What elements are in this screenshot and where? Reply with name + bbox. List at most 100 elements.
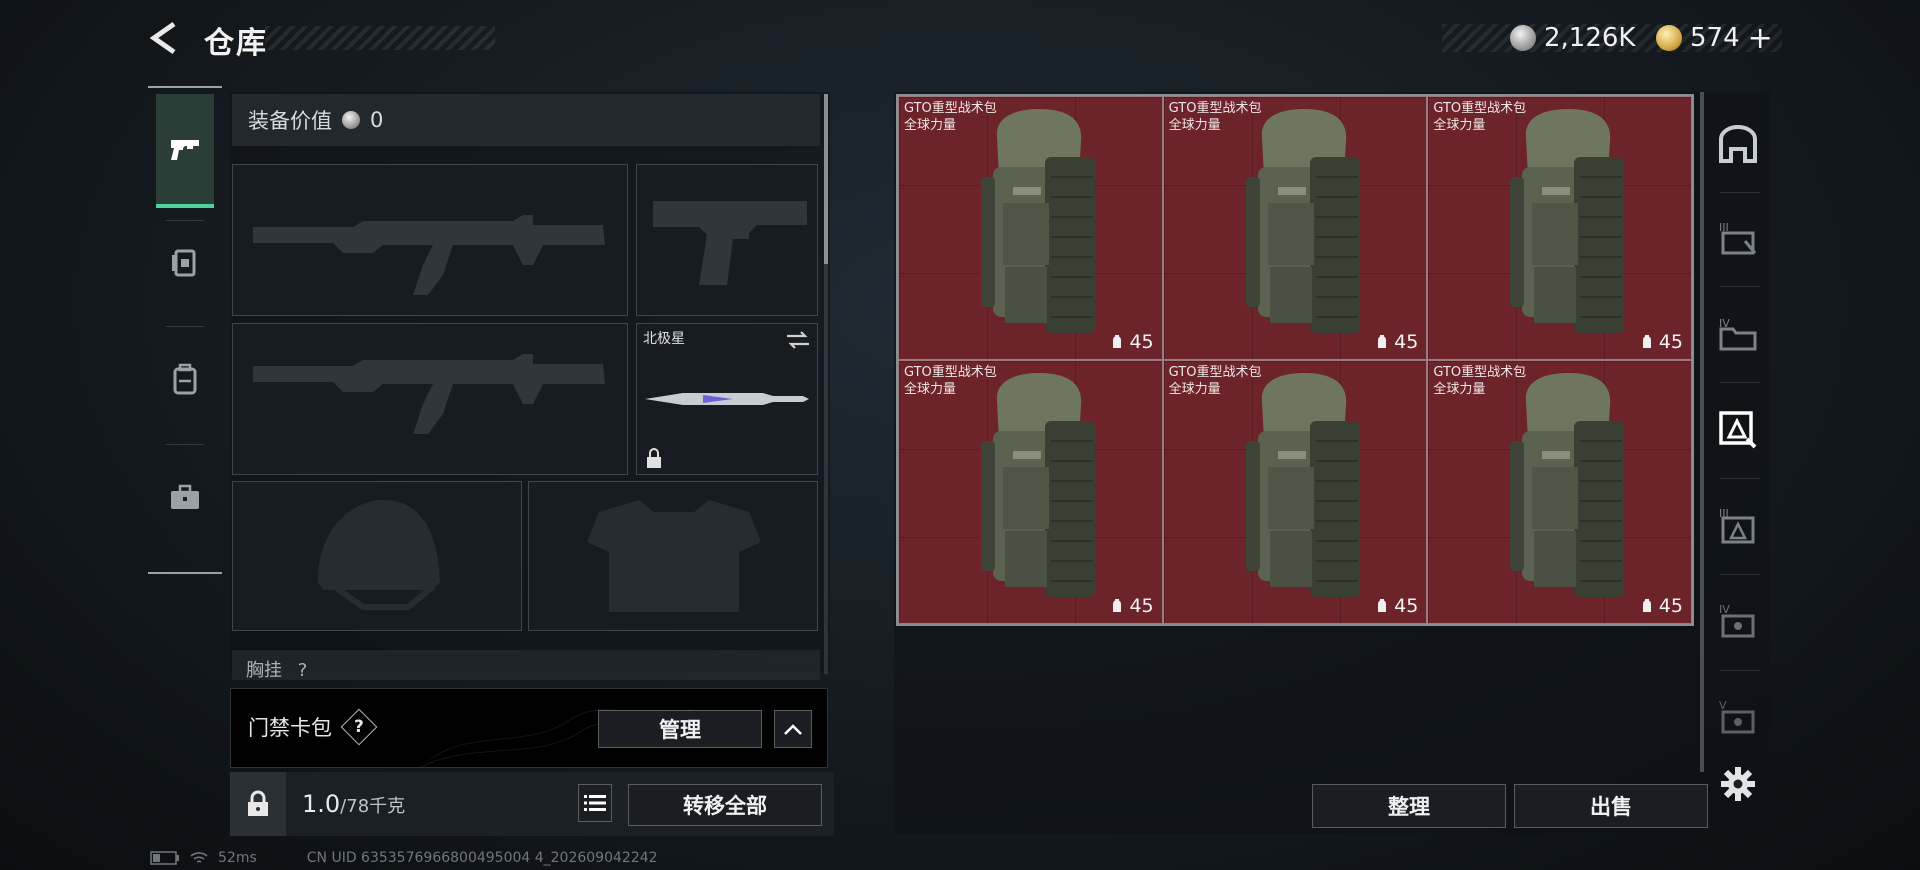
equipment-scroll-thumb[interactable] xyxy=(824,94,828,264)
stash-tab-rail: III IV III IV V xyxy=(1698,92,1770,772)
backpack-icon xyxy=(173,363,197,395)
currency-silver: 2,126K xyxy=(1510,22,1635,54)
tab-card-pack[interactable] xyxy=(156,226,214,300)
item-name: GTO重型战术包 全球力量 xyxy=(904,364,997,398)
keycard-pack-label: 门禁卡包 xyxy=(248,716,332,740)
weight-max: /78千克 xyxy=(340,796,406,817)
collapse-button[interactable] xyxy=(774,710,812,748)
rifle-silhouette-icon xyxy=(253,215,605,295)
gear-icon xyxy=(1721,767,1755,801)
svg-text:IV: IV xyxy=(1719,603,1730,616)
card-pack-icon xyxy=(172,249,196,277)
tier-stash-active-icon xyxy=(1719,411,1757,449)
melee-slot[interactable]: 北极星 xyxy=(636,323,818,475)
helmet-silhouette-icon xyxy=(318,500,440,610)
keycard-help-button[interactable]: ? xyxy=(340,708,378,746)
ping-readout: 52ms xyxy=(218,850,257,866)
toolbox-icon xyxy=(171,484,199,509)
item-title: GTO重型战术包 xyxy=(904,365,997,380)
pistol-silhouette-icon xyxy=(653,201,807,285)
capacity-icon xyxy=(1113,335,1122,348)
primary-weapon-slot-2[interactable] xyxy=(232,323,628,475)
chest-rig-row[interactable]: 胸挂 ? xyxy=(232,650,820,680)
swap-icon[interactable] xyxy=(785,330,811,350)
stash-item-cell[interactable]: GTO重型战术包 全球力量 45 xyxy=(1427,360,1692,624)
item-title: GTO重型战术包 xyxy=(904,101,997,116)
item-title: GTO重型战术包 xyxy=(1433,101,1527,116)
capacity-lock-button[interactable] xyxy=(230,772,286,836)
item-count: 45 xyxy=(1129,331,1154,353)
helmet-slot[interactable] xyxy=(232,481,522,631)
stash-item-cell[interactable]: GTO重型战术包 全球力量 45 xyxy=(898,360,1163,624)
capacity-icon xyxy=(1642,335,1651,348)
tab-backpack[interactable] xyxy=(156,342,214,416)
weight-readout: 1.0/78千克 xyxy=(302,790,405,818)
item-name: GTO重型战术包 全球力量 xyxy=(1169,364,1262,398)
item-durability: 45 xyxy=(1640,595,1683,617)
settings-button[interactable] xyxy=(1720,766,1760,806)
gold-coin-icon xyxy=(1656,25,1682,51)
stash-item-cell[interactable]: GTO重型战术包 全球力量 45 xyxy=(1162,360,1428,624)
primary-weapon-slot-1[interactable] xyxy=(232,164,628,316)
stash-grid: GTO重型战术包 全球力量 45 GTO重型战术包 全球力量 45 GTO重型战… xyxy=(896,94,1694,626)
sell-button[interactable]: 出售 xyxy=(1514,784,1708,828)
item-name: GTO重型战术包 全球力量 xyxy=(1433,364,1526,398)
transfer-all-button[interactable]: 转移全部 xyxy=(628,784,822,826)
tab-stash-5[interactable]: V xyxy=(1710,690,1766,746)
uid-readout: CN UID 6353576966800495004 4_20260904224… xyxy=(306,850,658,866)
rifle-silhouette-icon xyxy=(253,354,605,434)
sort-button[interactable]: 整理 xyxy=(1312,784,1506,828)
gold-amount: 574 xyxy=(1690,23,1740,53)
equipment-tab-rail xyxy=(148,86,222,572)
tab-stash-4-alt[interactable]: IV xyxy=(1710,594,1766,650)
melee-name: 北极星 xyxy=(643,331,685,347)
tier-3-stash-icon: III xyxy=(1719,221,1757,255)
sidearm-slot[interactable] xyxy=(636,164,818,316)
capacity-icon xyxy=(1642,599,1651,612)
list-view-button[interactable] xyxy=(578,784,612,822)
equipment-value-header: 装备价值 0 xyxy=(232,94,820,146)
body-armor-slot[interactable] xyxy=(528,481,818,631)
stash-item-cell[interactable]: GTO重型战术包 全球力量 45 xyxy=(1427,96,1692,360)
tab-toolbox[interactable] xyxy=(156,460,214,534)
keycard-pack-title: 门禁卡包 ? xyxy=(248,708,378,746)
back-arrow-icon xyxy=(149,21,176,55)
help-icon: ? xyxy=(354,717,364,737)
stash-item-cell[interactable]: GTO重型战术包 全球力量 45 xyxy=(1162,96,1428,360)
item-name: GTO重型战术包 全球力量 xyxy=(1433,100,1526,134)
equipment-value-label: 装备价值 xyxy=(248,109,332,133)
padlock-icon xyxy=(248,790,268,816)
lock-icon xyxy=(647,448,661,468)
tab-stash-4[interactable]: IV xyxy=(1710,306,1766,362)
item-subtitle: 全球力量 xyxy=(904,118,957,133)
back-button[interactable] xyxy=(146,18,186,58)
item-durability: 45 xyxy=(1110,331,1154,353)
item-count: 45 xyxy=(1129,595,1154,617)
vault-icon xyxy=(1719,125,1757,163)
manage-button[interactable]: 管理 xyxy=(598,710,762,748)
tier-4-alt-stash-icon: IV xyxy=(1719,603,1755,638)
rail-bottom-line xyxy=(148,572,222,574)
tab-stash-active[interactable] xyxy=(1710,402,1766,458)
add-currency-button[interactable]: + xyxy=(1748,21,1773,56)
tab-stash-3-alt[interactable]: III xyxy=(1710,498,1766,554)
title-decoration xyxy=(265,26,495,50)
tab-weapons[interactable] xyxy=(156,94,214,208)
item-durability: 45 xyxy=(1375,331,1418,353)
tab-vault[interactable] xyxy=(1710,116,1766,172)
item-durability: 45 xyxy=(1640,331,1683,353)
tab-stash-3[interactable]: III xyxy=(1710,210,1766,266)
capacity-icon xyxy=(1378,335,1387,348)
chevron-up-icon xyxy=(784,724,802,735)
sort-label: 整理 xyxy=(1388,795,1430,819)
equipment-value: 0 xyxy=(370,108,384,132)
item-subtitle: 全球力量 xyxy=(1168,118,1221,133)
page-title: 仓库 xyxy=(204,26,268,61)
tier-3-alt-stash-icon: III xyxy=(1719,507,1755,544)
item-title: GTO重型战术包 xyxy=(1168,101,1262,116)
currency-gold[interactable]: 574 + xyxy=(1656,21,1773,56)
item-name: GTO重型战术包 全球力量 xyxy=(904,100,997,134)
stash-item-cell[interactable]: GTO重型战术包 全球力量 45 xyxy=(898,96,1163,360)
item-count: 45 xyxy=(1658,595,1683,617)
item-title: GTO重型战术包 xyxy=(1433,365,1527,380)
